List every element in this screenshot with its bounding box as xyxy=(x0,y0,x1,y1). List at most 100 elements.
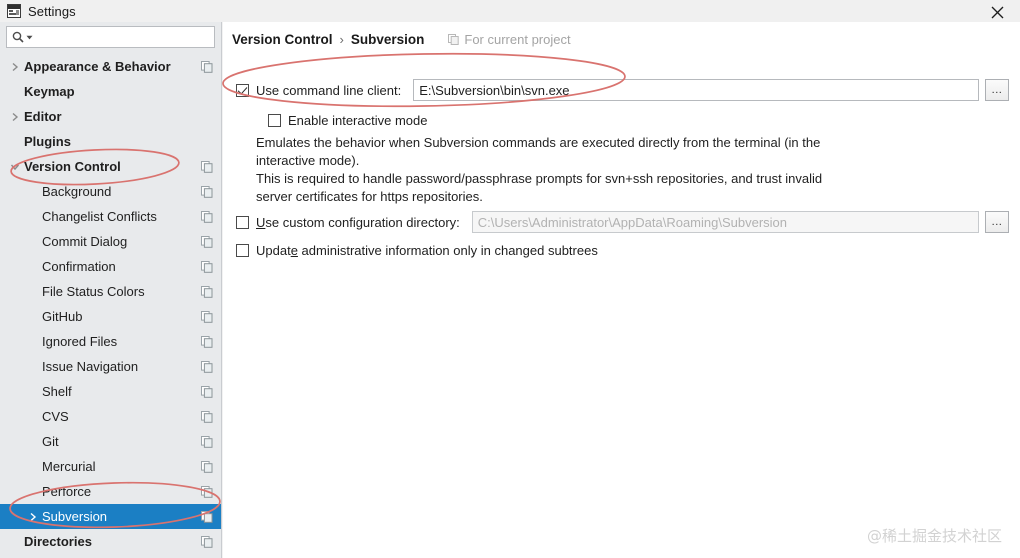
window-title: Settings xyxy=(28,3,76,19)
sidebar-item-label: Version Control xyxy=(24,159,121,174)
mnemonic-letter: U xyxy=(256,214,266,230)
update-admin-info-row: Update administrative information only i… xyxy=(236,241,598,259)
search-input[interactable] xyxy=(37,28,214,46)
sidebar-item-changelist-conflicts[interactable]: Changelist Conflicts xyxy=(0,204,221,229)
sidebar-item-label: Keymap xyxy=(24,84,75,99)
copy-icon[interactable] xyxy=(200,310,214,324)
copy-icon[interactable] xyxy=(200,385,214,399)
close-button[interactable] xyxy=(974,0,1020,24)
sidebar-item-directories[interactable]: Directories xyxy=(0,529,221,554)
label-pre: Updat xyxy=(256,242,291,258)
sidebar-item-mercurial[interactable]: Mercurial xyxy=(0,454,221,479)
ellipsis-icon: ... xyxy=(991,84,1003,96)
sidebar-item-plugins[interactable]: Plugins xyxy=(0,129,221,154)
chevron-right-icon[interactable] xyxy=(6,62,24,72)
sidebar-item-commit-dialog[interactable]: Commit Dialog xyxy=(0,229,221,254)
enable-interactive-mode-checkbox[interactable] xyxy=(268,113,281,127)
copy-icon[interactable] xyxy=(200,485,214,499)
watermark: @稀土掘金技术社区 xyxy=(866,527,1002,545)
sidebar-item-shelf[interactable]: Shelf xyxy=(0,379,221,404)
sidebar-item-label: Directories xyxy=(24,534,92,549)
chevron-right-icon[interactable] xyxy=(24,512,42,522)
sidebar-item-label: Appearance & Behavior xyxy=(24,59,171,74)
interactive-mode-row: Enable interactive mode xyxy=(268,111,427,129)
sidebar-item-label: File Status Colors xyxy=(42,284,145,299)
sidebar-item-label: Mercurial xyxy=(42,459,96,474)
label-post: administrative information only in chang… xyxy=(297,242,598,258)
sidebar-item-label: GitHub xyxy=(42,309,83,324)
copy-icon[interactable] xyxy=(200,435,214,449)
sidebar-item-label: Plugins xyxy=(24,134,71,149)
update-admin-info-label: Update administrative information only i… xyxy=(256,243,598,258)
copy-icon[interactable] xyxy=(200,410,214,424)
command-line-browse-button[interactable]: ... xyxy=(985,79,1009,101)
copy-icon[interactable] xyxy=(200,285,214,299)
copy-icon[interactable] xyxy=(200,160,214,174)
copy-icon[interactable] xyxy=(200,535,214,549)
sidebar-item-label: Git xyxy=(42,434,59,449)
chevron-down-icon[interactable] xyxy=(26,34,33,41)
update-admin-info-checkbox[interactable] xyxy=(236,243,249,257)
chevron-down-icon[interactable] xyxy=(6,163,24,171)
sidebar-item-file-status-colors[interactable]: File Status Colors xyxy=(0,279,221,304)
sidebar-item-version-control[interactable]: Version Control xyxy=(0,154,221,179)
copy-icon[interactable] xyxy=(200,335,214,349)
close-icon xyxy=(991,6,1003,18)
search-icon xyxy=(12,31,24,43)
sidebar-item-issue-navigation[interactable]: Issue Navigation xyxy=(0,354,221,379)
scope-label: For current project xyxy=(464,31,571,47)
command-line-client-row: Use command line client: ... xyxy=(236,78,1009,102)
title-bar: Settings xyxy=(0,0,1020,22)
settings-sidebar: Appearance & Behavior Keymap Editor Plugins… xyxy=(0,22,222,558)
copy-icon[interactable] xyxy=(200,460,214,474)
scope-indicator: For current project xyxy=(448,31,571,47)
sidebar-item-background[interactable]: Background xyxy=(0,179,221,204)
sidebar-item-editor[interactable]: Editor xyxy=(0,104,221,129)
description-line-2: This is required to handle password/pass… xyxy=(256,171,823,204)
copy-icon[interactable] xyxy=(200,60,214,74)
custom-config-browse-button[interactable]: ... xyxy=(985,211,1009,233)
sidebar-item-appearance-behavior[interactable]: Appearance & Behavior xyxy=(0,54,221,79)
copy-icon[interactable] xyxy=(200,185,214,199)
custom-config-directory-row: Use custom configuration directory: ... xyxy=(236,211,1009,233)
custom-config-directory-input[interactable] xyxy=(471,211,979,233)
sidebar-item-keymap[interactable]: Keymap xyxy=(0,79,221,104)
settings-app-icon xyxy=(7,4,21,18)
use-custom-config-directory-label: Use custom configuration directory: xyxy=(256,215,460,230)
sidebar-item-label: Commit Dialog xyxy=(42,234,128,249)
interactive-mode-description: Emulates the behavior when Subversion co… xyxy=(256,134,846,206)
sidebar-item-confirmation[interactable]: Confirmation xyxy=(0,254,221,279)
breadcrumb: Version Control › Subversion For current… xyxy=(232,30,571,48)
breadcrumb-current: Subversion xyxy=(350,31,425,47)
copy-icon[interactable] xyxy=(200,235,214,249)
sidebar-item-perforce[interactable]: Perforce xyxy=(0,479,221,504)
command-line-path-input[interactable] xyxy=(413,79,979,101)
sidebar-item-label: Shelf xyxy=(42,384,72,399)
sidebar-item-git[interactable]: Git xyxy=(0,429,221,454)
search-box[interactable] xyxy=(6,26,215,48)
copy-icon[interactable] xyxy=(200,210,214,224)
breadcrumb-separator-icon: › xyxy=(339,31,344,47)
sidebar-item-label: Background xyxy=(42,184,112,199)
copy-icon[interactable] xyxy=(200,510,214,524)
use-custom-config-directory-checkbox[interactable] xyxy=(236,215,249,229)
sidebar-item-subversion[interactable]: Subversion xyxy=(0,504,221,529)
use-command-line-client-label: Use command line client: xyxy=(256,82,402,98)
enable-interactive-mode-label: Enable interactive mode xyxy=(288,112,428,128)
sidebar-item-cvs[interactable]: CVS xyxy=(0,404,221,429)
chevron-right-icon[interactable] xyxy=(6,112,24,122)
sidebar-item-github[interactable]: GitHub xyxy=(0,304,221,329)
breadcrumb-parent[interactable]: Version Control xyxy=(232,32,333,47)
copy-icon[interactable] xyxy=(200,260,214,274)
sidebar-item-label: Editor xyxy=(24,109,62,124)
use-command-line-client-checkbox[interactable] xyxy=(236,83,249,97)
copy-icon[interactable] xyxy=(200,360,214,374)
sidebar-item-label: Perforce xyxy=(42,484,92,499)
sidebar-item-ignored-files[interactable]: Ignored Files xyxy=(0,329,221,354)
sidebar-item-label: Issue Navigation xyxy=(42,359,139,374)
settings-tree: Appearance & Behavior Keymap Editor Plugins… xyxy=(0,54,221,558)
settings-window: Settings Appearance & Behavior Keymap Ed… xyxy=(0,0,1020,558)
description-line-1: Emulates the behavior when Subversion co… xyxy=(256,135,821,168)
sidebar-item-label: Subversion xyxy=(42,509,108,524)
ellipsis-icon: ... xyxy=(991,216,1003,228)
